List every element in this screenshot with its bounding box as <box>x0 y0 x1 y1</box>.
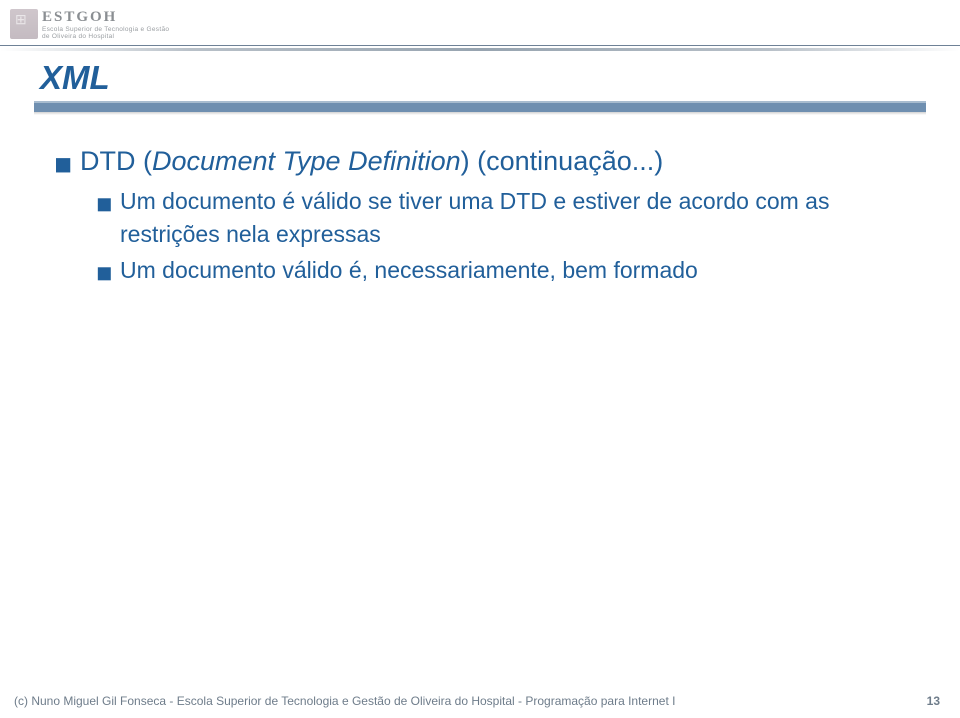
bullet-level-1: ◼ DTD (Document Type Definition) (contin… <box>54 143 920 179</box>
title-region: XML <box>34 59 926 113</box>
slide-title: XML <box>34 59 926 101</box>
school-logo: ESTGOH Escola Superior de Tecnologia e G… <box>10 9 169 40</box>
bullet2b-text: Um documento válido é, necessariamente, … <box>120 254 698 286</box>
bullet-marker-icon: ◼ <box>96 185 120 218</box>
logo-mark-icon <box>10 9 38 39</box>
bullet-marker-icon: ◼ <box>96 254 120 287</box>
page-number: 13 <box>927 694 940 708</box>
bullet-level-2: ◼ Um documento válido é, necessariamente… <box>96 254 920 287</box>
band-highlight <box>34 101 926 103</box>
slide-footer: (c) Nuno Miguel Gil Fonseca - Escola Sup… <box>0 694 960 708</box>
slide-body: XML ◼ DTD (Document Type Definition) (co… <box>0 51 960 287</box>
footer-text: (c) Nuno Miguel Gil Fonseca - Escola Sup… <box>14 694 675 708</box>
title-underline-band <box>34 101 926 112</box>
bullet1-italic: Document Type Definition <box>152 146 461 176</box>
slide-content: ◼ DTD (Document Type Definition) (contin… <box>34 113 926 287</box>
bullet2a-text: Um documento é válido se tiver uma DTD e… <box>120 185 920 249</box>
logo-text: ESTGOH Escola Superior de Tecnologia e G… <box>42 9 169 40</box>
logo-subtitle-line1: Escola Superior de Tecnologia e Gestão <box>42 26 169 33</box>
bullet1-suffix: ) (continuação...) <box>461 146 664 176</box>
bullet-level-2: ◼ Um documento é válido se tiver uma DTD… <box>96 185 920 249</box>
bullet-text: DTD (Document Type Definition) (continua… <box>80 143 663 179</box>
logo-subtitle-line2: de Oliveira do Hospital <box>42 33 169 40</box>
bullet-marker-icon: ◼ <box>54 143 80 179</box>
bullet1-prefix: DTD ( <box>80 146 152 176</box>
band-shadow <box>34 112 926 115</box>
slide-header: ESTGOH Escola Superior de Tecnologia e G… <box>0 0 960 46</box>
logo-acronym: ESTGOH <box>42 9 169 26</box>
